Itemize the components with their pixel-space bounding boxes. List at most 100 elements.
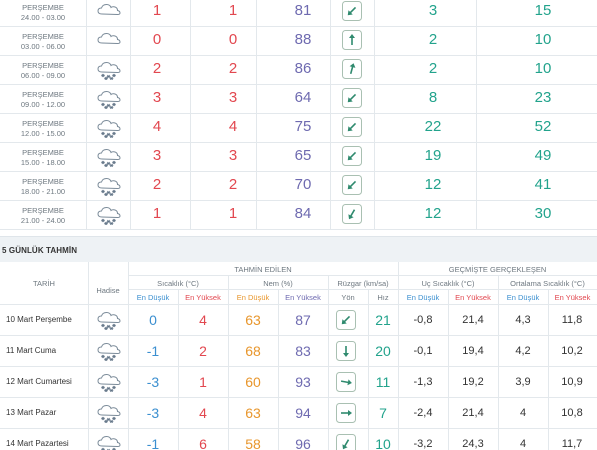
column-divider [330,172,331,201]
snow-cloud-icon [96,89,122,110]
column-divider [256,56,257,85]
column-divider [86,27,87,56]
header-event: Hadise [96,286,120,295]
hourly-humidity: 88 [294,31,312,48]
column-divider [86,172,87,201]
hourly-time: 24.00 - 03.00 [20,12,66,22]
hourly-date: PERŞEMBE 03.00 - 06.00 [0,27,86,56]
wind-direction-icon [342,30,362,50]
column-divider [86,201,87,230]
day-hhigh: 87 [295,312,311,328]
column-divider [476,201,477,230]
hourly-humidity: 84 [294,205,312,222]
snow-cloud-icon [96,403,122,424]
snow-cloud-icon [96,434,122,450]
day-wspeed: 20 [375,343,391,359]
column-divider [476,114,477,143]
day-alow: 4,2 [515,345,531,357]
column-divider [256,27,257,56]
header-temp-low: En Düşük [136,293,170,302]
hourly-row: PERŞEMBE 24.00 - 03.00 1 1 81 3 15 [0,0,597,27]
hourly-row: PERŞEMBE 03.00 - 06.00 0 0 88 2 10 [0,27,597,56]
hourly-time: 21.00 - 24.00 [20,215,66,225]
hourly-day: PERŞEMBE [22,3,64,12]
hourly-wind-gust: 49 [534,147,552,164]
day-hlow: 63 [245,312,261,328]
header-wind-dir: Yön [341,293,355,302]
day-tlow: -3 [146,374,160,390]
hourly-humidity: 65 [294,147,312,164]
column-divider [130,0,131,27]
hourly-wind-speed: 19 [424,147,442,164]
column-divider [476,27,477,56]
column-divider [86,56,87,85]
column-divider [256,201,257,230]
day-ehigh: 21,4 [462,407,484,419]
hourly-temperature: 0 [152,31,162,48]
hourly-day: PERŞEMBE [22,32,64,41]
hourly-temperature: 4 [152,118,162,135]
day-elow: -0,1 [413,345,433,357]
column-divider [86,85,87,114]
column-divider [130,85,131,114]
snow-cloud-icon [96,310,122,331]
day-hlow: 58 [245,436,261,450]
column-divider [190,172,191,201]
hourly-wind-speed: 2 [428,60,438,77]
day-hhigh: 94 [295,405,311,421]
cloud-icon [96,31,122,51]
hourly-row: PERŞEMBE 21.00 - 24.00 1 1 84 12 30 [0,201,597,230]
day-row: 13 Mart Pazar -3 4 63 94 7 -2,4 21,4 4 10,8 [0,397,597,428]
hourly-day: PERŞEMBE [22,119,64,128]
header-wind: Rüzgar (km/sa) [337,279,389,288]
snow-cloud-icon [96,372,122,393]
column-divider [190,56,191,85]
hourly-date: PERŞEMBE 12.00 - 15.00 [0,114,86,143]
header-hum-high: En Yüksek [285,293,321,302]
day-ehigh: 21,4 [462,314,484,326]
hourly-date: PERŞEMBE 24.00 - 03.00 [0,0,86,27]
header-extreme: Uç Sıcaklık (°C) [421,279,475,288]
hourly-date: PERŞEMBE 21.00 - 24.00 [0,201,86,230]
day-wspeed: 7 [379,405,387,421]
day-hhigh: 96 [295,436,311,450]
hourly-feels-like: 1 [228,205,238,222]
column-divider [130,27,131,56]
column-divider [86,114,87,143]
column-divider [330,0,331,27]
column-divider [190,85,191,114]
wind-direction-icon [342,204,362,224]
day-tlow: -1 [146,343,160,359]
wind-direction-icon [342,117,362,137]
hourly-row: PERŞEMBE 06.00 - 09.00 2 2 86 2 10 [0,56,597,85]
column-divider [374,201,375,230]
day-tlow: -3 [146,405,160,421]
day-elow: -1,3 [413,376,433,388]
column-divider [476,56,477,85]
day-elow: -3,2 [413,438,433,450]
wind-direction-icon [336,310,356,330]
wind-direction-icon [336,341,356,361]
column-divider [190,143,191,172]
day-thigh: 4 [199,312,207,328]
column-divider [330,56,331,85]
hourly-temperature: 2 [152,60,162,77]
hourly-humidity: 70 [294,176,312,193]
day-ahigh: 10,9 [561,376,583,388]
hourly-row: PERŞEMBE 09.00 - 12.00 3 3 64 8 23 [0,85,597,114]
day-alow: 3,9 [515,376,531,388]
column-divider [190,201,191,230]
hourly-wind-gust: 10 [534,31,552,48]
column-divider [330,27,331,56]
column-divider [190,0,191,27]
column-divider [86,0,87,27]
column-divider [130,201,131,230]
column-divider [130,172,131,201]
five-day-section-bar: 5 GÜNLÜK TAHMİN [0,236,597,262]
hourly-feels-like: 0 [228,31,238,48]
hourly-wind-gust: 23 [534,89,552,106]
column-divider [256,114,257,143]
day-ahigh: 11,7 [561,438,583,450]
hourly-humidity: 75 [294,118,312,135]
hourly-wind-gust: 15 [534,2,552,19]
